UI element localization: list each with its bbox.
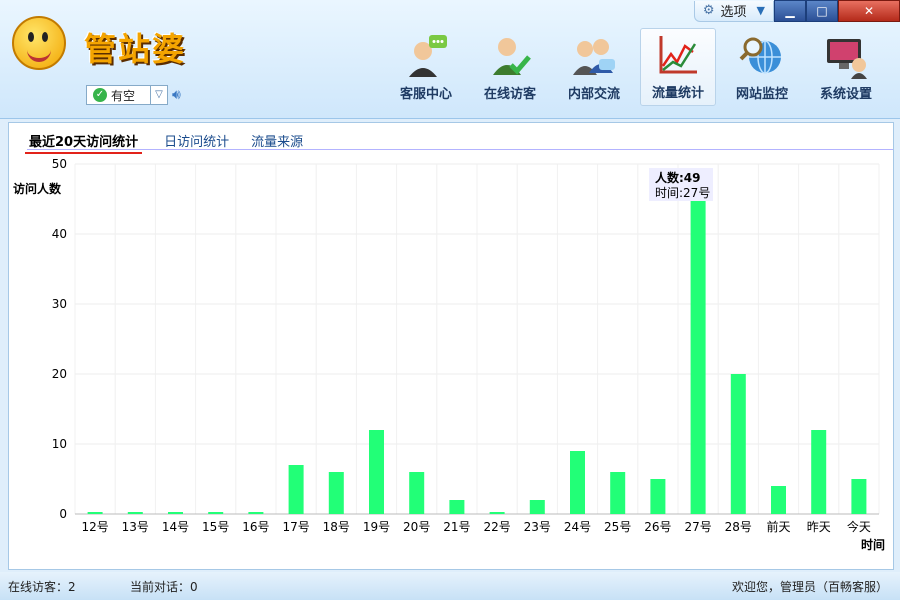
- y-tick-label: 40: [52, 227, 67, 241]
- x-tick-label: 今天: [847, 519, 871, 534]
- bar[interactable]: [610, 472, 626, 514]
- bar[interactable]: [690, 171, 706, 514]
- nav-site-monitor[interactable]: 网站监控: [720, 28, 804, 106]
- bar[interactable]: [489, 512, 505, 514]
- status-select[interactable]: ✓ 有空 ▽: [86, 85, 168, 105]
- bar[interactable]: [449, 500, 465, 514]
- main-nav: 客服中心 在线访客 内部交流 流量统计 网站监控 系统设置: [384, 28, 888, 106]
- speaker-icon[interactable]: 🔊︎: [172, 87, 181, 103]
- x-tick-label: 16号: [242, 520, 269, 534]
- nav-label: 系统设置: [819, 87, 872, 102]
- x-tick-label: 17号: [282, 520, 309, 534]
- x-tick-label: 15号: [202, 520, 229, 534]
- x-axis-label: 时间: [861, 537, 885, 552]
- y-tick-label: 20: [52, 367, 67, 381]
- logo-smiley-icon: [12, 16, 66, 70]
- bar[interactable]: [248, 512, 264, 514]
- nav-label: 网站监控: [735, 87, 788, 102]
- bar-tooltip: 人数:49 时间:27号: [649, 168, 713, 201]
- customer-service-icon: [409, 35, 447, 77]
- status-label: 有空: [111, 88, 136, 103]
- tooltip-time: 时间:27号: [655, 186, 710, 200]
- nav-label: 内部交流: [567, 87, 620, 102]
- x-tick-label: 26号: [644, 520, 671, 534]
- visits-bar-chart: 0 10 20 30 40 50 12号 13号 14号 15号 16号 17号 18号 19号 20号 21…: [13, 157, 885, 552]
- traffic-stats-icon: [659, 36, 697, 74]
- x-tick-label: 20号: [403, 520, 430, 534]
- y-tick-label: 30: [52, 297, 67, 311]
- bar[interactable]: [529, 500, 545, 514]
- bar[interactable]: [369, 430, 384, 514]
- y-tick-label: 10: [52, 437, 67, 451]
- options-label: 选项: [720, 5, 747, 20]
- x-tick-label: 前天: [766, 519, 790, 534]
- bar[interactable]: [87, 512, 103, 514]
- tooltip-people: 人数:49: [655, 170, 701, 185]
- nav-traffic-stats[interactable]: 流量统计: [640, 28, 716, 106]
- x-tick-label: 28号: [725, 520, 752, 534]
- bar[interactable]: [730, 374, 746, 514]
- bar[interactable]: [288, 465, 304, 514]
- status-bar: 在线访客：2 当前对话：0 欢迎您，管理员（百畅客服）: [0, 572, 900, 600]
- x-tick-label: 25号: [604, 520, 631, 534]
- x-tick-label: 19号: [363, 520, 390, 534]
- bar[interactable]: [811, 430, 827, 514]
- nav-internal-chat[interactable]: 内部交流: [552, 28, 636, 106]
- options-menu[interactable]: ⚙ 选项 ▼: [693, 0, 774, 22]
- close-button[interactable]: ✕: [838, 0, 900, 22]
- x-tick-label: 14号: [162, 520, 189, 534]
- bar[interactable]: [570, 451, 585, 514]
- bar[interactable]: [328, 472, 344, 514]
- app-header: 管站婆 ✓ 有空 ▽ 🔊︎ ⚙ 选项 ▼ ▁ □ ✕ 客服中心 在线访客 内部交…: [0, 0, 900, 119]
- x-tick-label: 27号: [684, 520, 711, 534]
- bar[interactable]: [771, 486, 786, 514]
- online-visitors-count: 在线访客：2: [8, 580, 76, 594]
- gear-icon: ⚙: [702, 3, 715, 18]
- bar[interactable]: [409, 472, 425, 514]
- nav-online-visitors[interactable]: 在线访客: [468, 28, 552, 106]
- content-panel: 最近20天访问统计 日访问统计 流量来源 0 10 20 30 40 50 12号 13号 14…: [8, 122, 894, 570]
- nav-label: 客服中心: [399, 87, 452, 102]
- bar[interactable]: [650, 479, 666, 514]
- x-tick-label: 22号: [483, 520, 510, 534]
- nav-label: 流量统计: [651, 86, 704, 101]
- bar[interactable]: [127, 512, 143, 514]
- x-tick-label: 昨天: [807, 520, 831, 534]
- x-tick-label: 24号: [564, 520, 591, 534]
- online-visitor-icon: [493, 38, 531, 75]
- bar[interactable]: [208, 512, 224, 514]
- internal-chat-icon: [573, 39, 615, 75]
- x-tick-label: 23号: [524, 520, 551, 534]
- bar[interactable]: [851, 479, 867, 514]
- y-axis-label: 访问人数: [13, 181, 62, 196]
- maximize-button[interactable]: □: [806, 0, 838, 22]
- nav-customer-service[interactable]: 客服中心: [384, 28, 468, 106]
- triangle-down-icon: ▼: [756, 4, 765, 17]
- minimize-button[interactable]: ▁: [774, 0, 806, 22]
- nav-label: 在线访客: [483, 87, 536, 102]
- x-tick-label: 21号: [443, 520, 470, 534]
- welcome-text: 欢迎您，管理员（百畅客服）: [731, 580, 888, 594]
- app-logo-text: 管站婆: [84, 30, 187, 68]
- site-monitor-icon: [739, 37, 781, 74]
- y-tick-label: 0: [59, 507, 67, 521]
- bar[interactable]: [168, 512, 183, 514]
- y-tick-label: 50: [52, 157, 67, 171]
- x-tick-label: 13号: [122, 520, 149, 534]
- x-tick-label: 12号: [81, 520, 108, 534]
- nav-system-settings[interactable]: 系统设置: [804, 28, 888, 106]
- available-check-icon: ✓: [93, 88, 107, 102]
- chevron-down-icon[interactable]: ▽: [150, 86, 167, 104]
- system-settings-icon: [827, 39, 867, 79]
- window-controls: ⚙ 选项 ▼ ▁ □ ✕: [693, 0, 900, 22]
- x-tick-label: 18号: [323, 520, 350, 534]
- current-sessions-count: 当前对话：0: [130, 580, 198, 594]
